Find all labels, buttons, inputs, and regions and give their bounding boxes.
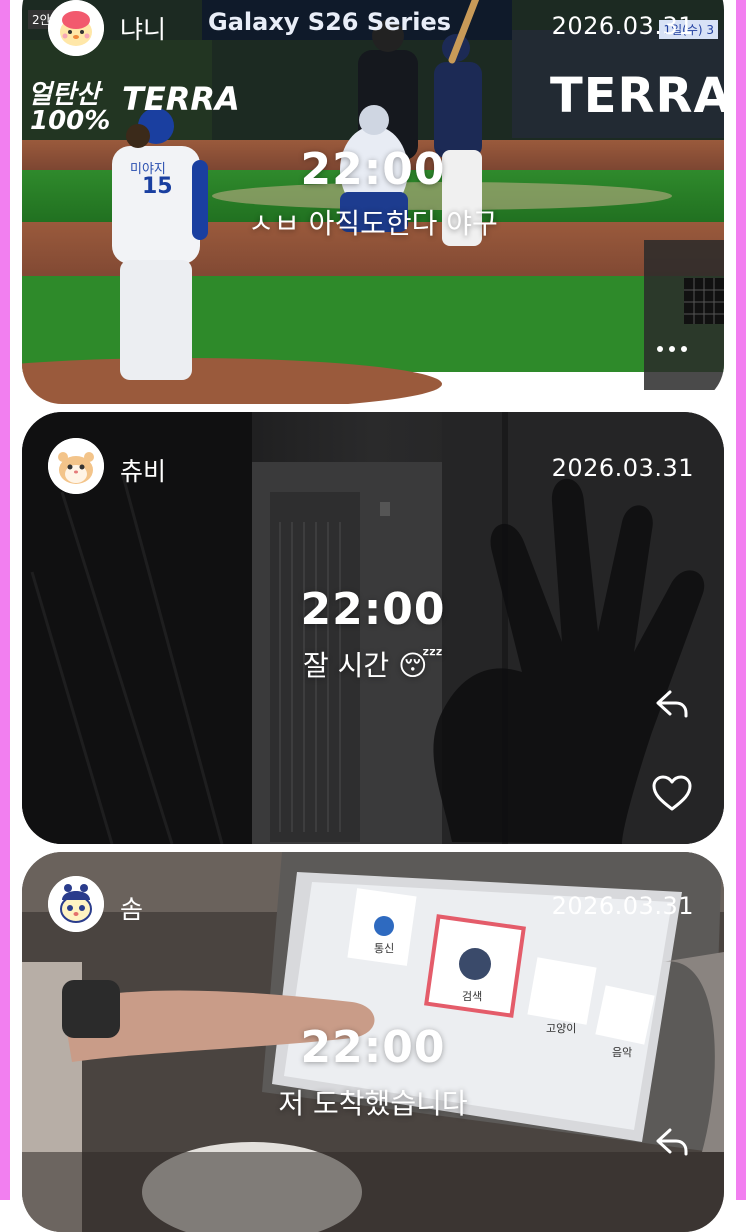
screen-label-1: 통신 (374, 942, 395, 955)
hamster-character-icon[interactable] (48, 438, 104, 494)
screen-label-2: 검색 (462, 990, 483, 1003)
post-caption: 저 도착했습니다 (278, 1087, 468, 1120)
post-username[interactable]: 츄비 (120, 452, 166, 488)
post-time: 22:00 (300, 1022, 446, 1073)
post-username[interactable]: 솜 (120, 890, 143, 926)
sponsor-left-2: 100% (30, 106, 111, 136)
caption-text: 잘 시간 (302, 649, 390, 682)
scoreboard-banner-title: Galaxy S26 Series (208, 8, 452, 36)
reply-arrow-icon[interactable] (650, 1120, 694, 1164)
post-caption: 잘 시간 😴 (22, 644, 724, 684)
tamagotchi-character-icon[interactable] (48, 876, 104, 932)
chick-character-icon[interactable] (48, 0, 104, 56)
post-time: 22:00 (300, 584, 446, 635)
frame-edge-right (736, 0, 746, 1200)
post-date: 2026.03.31 (551, 892, 694, 920)
brand-left: TERRA (122, 80, 240, 118)
heart-outline-icon[interactable] (650, 772, 694, 816)
more-dots-icon[interactable] (654, 340, 690, 352)
post-card-3[interactable]: 통신 검색 고양이 음악 솜 2026.03.31 22:00 저 도착했습니다 (22, 852, 724, 1232)
post-card-1[interactable]: Galaxy S26 Series 2안타 1일(수) 3 얼탄산 100% T… (22, 0, 724, 404)
frame-edge-left (0, 0, 10, 1200)
sleeping-face-emoji: 😴 (398, 649, 443, 682)
post-time: 22:00 (300, 144, 446, 195)
brand-right: TERRA (550, 68, 724, 124)
post-username[interactable]: 냐니 (120, 10, 166, 46)
post-date: 2026.03.31 (551, 12, 694, 40)
post-caption: ㅅㅂ 아직도한다 야구 (248, 207, 498, 240)
reply-arrow-icon[interactable] (650, 682, 694, 726)
post-date: 2026.03.31 (551, 454, 694, 482)
post-card-2[interactable]: 츄비 2026.03.31 22:00 잘 시간 😴 (22, 412, 724, 844)
